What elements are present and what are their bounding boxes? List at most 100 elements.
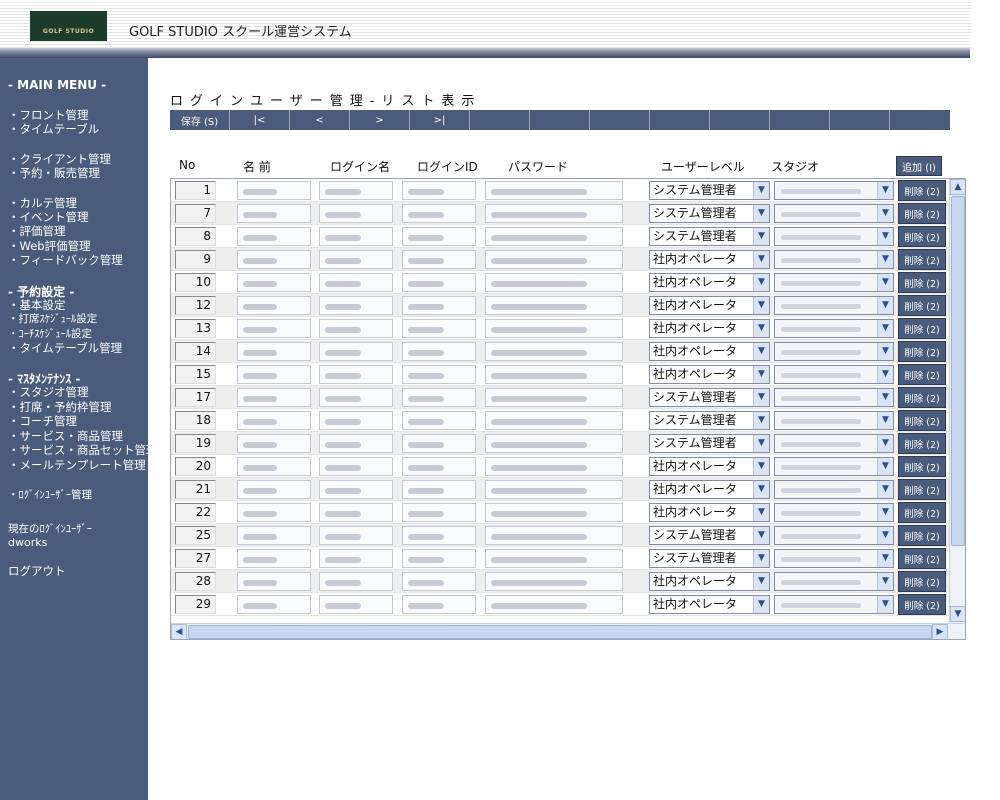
vertical-scrollbar[interactable]: ▲ ▼ [949,179,965,623]
scroll-left-icon[interactable]: ◀ [171,624,187,639]
login-name-field[interactable] [319,526,393,545]
chevron-down-icon[interactable]: ▼ [877,596,893,613]
sidebar-item-studio[interactable]: ・スタジオ管理 [8,385,89,399]
chevron-down-icon[interactable]: ▼ [753,251,769,268]
chevron-down-icon[interactable]: ▼ [753,435,769,452]
chevron-down-icon[interactable]: ▼ [753,596,769,613]
studio-select[interactable]: ▼ [774,204,894,223]
password-field[interactable] [485,503,623,522]
chevron-down-icon[interactable]: ▼ [877,458,893,475]
name-field[interactable] [237,480,311,499]
user-level-select[interactable]: システム管理者 ▼ [649,526,770,545]
chevron-down-icon[interactable]: ▼ [753,228,769,245]
password-field[interactable] [485,434,623,453]
chevron-down-icon[interactable]: ▼ [753,504,769,521]
login-id-field[interactable] [402,204,476,223]
chevron-down-icon[interactable]: ▼ [753,343,769,360]
sidebar-item-coach[interactable]: ・コーチ管理 [8,414,77,428]
name-field[interactable] [237,595,311,614]
chevron-down-icon[interactable]: ▼ [877,182,893,199]
studio-select[interactable]: ▼ [774,503,894,522]
login-name-field[interactable] [319,457,393,476]
login-name-field[interactable] [319,296,393,315]
chevron-down-icon[interactable]: ▼ [877,573,893,590]
last-page-button[interactable]: >| [410,110,470,130]
password-field[interactable] [485,411,623,430]
name-field[interactable] [237,365,311,384]
sidebar-item-login-user[interactable]: ・ﾛｸﾞｲﾝﾕｰｻﾞｰ管理 [8,488,92,502]
chevron-down-icon[interactable]: ▼ [753,573,769,590]
chevron-down-icon[interactable]: ▼ [753,320,769,337]
studio-select[interactable]: ▼ [774,365,894,384]
login-name-field[interactable] [319,342,393,361]
chevron-down-icon[interactable]: ▼ [753,412,769,429]
studio-select[interactable]: ▼ [774,434,894,453]
password-field[interactable] [485,595,623,614]
login-id-field[interactable] [402,365,476,384]
chevron-down-icon[interactable]: ▼ [877,320,893,337]
studio-select[interactable]: ▼ [774,595,894,614]
sidebar-item-bay-slot[interactable]: ・打席・予約枠管理 [8,400,112,414]
chevron-down-icon[interactable]: ▼ [877,228,893,245]
chevron-down-icon[interactable]: ▼ [877,504,893,521]
password-field[interactable] [485,204,623,223]
login-id-field[interactable] [402,250,476,269]
sidebar-item-timetable-mgmt[interactable]: ・タイムテーブル管理 [8,341,122,355]
password-field[interactable] [485,480,623,499]
sidebar-item-timetable[interactable]: ・タイムテーブル [8,122,99,136]
chevron-down-icon[interactable]: ▼ [753,205,769,222]
user-level-select[interactable]: システム管理者 ▼ [649,227,770,246]
chevron-down-icon[interactable]: ▼ [877,435,893,452]
delete-button[interactable]: 削除 (2) [898,502,946,523]
chevron-down-icon[interactable]: ▼ [753,366,769,383]
name-field[interactable] [237,388,311,407]
name-field[interactable] [237,503,311,522]
user-level-select[interactable]: 社内オペレータ ▼ [649,480,770,499]
login-id-field[interactable] [402,181,476,200]
login-name-field[interactable] [319,204,393,223]
name-field[interactable] [237,273,311,292]
password-field[interactable] [485,572,623,591]
delete-button[interactable]: 削除 (2) [898,525,946,546]
password-field[interactable] [485,526,623,545]
delete-button[interactable]: 削除 (2) [898,433,946,454]
studio-select[interactable]: ▼ [774,411,894,430]
scroll-right-icon[interactable]: ▶ [932,624,948,639]
user-level-select[interactable]: 社内オペレータ ▼ [649,296,770,315]
first-page-button[interactable]: |< [230,110,290,130]
name-field[interactable] [237,181,311,200]
password-field[interactable] [485,227,623,246]
login-name-field[interactable] [319,595,393,614]
chevron-down-icon[interactable]: ▼ [877,297,893,314]
login-id-field[interactable] [402,595,476,614]
chevron-down-icon[interactable]: ▼ [877,343,893,360]
login-name-field[interactable] [319,250,393,269]
delete-button[interactable]: 削除 (2) [898,272,946,293]
user-level-select[interactable]: システム管理者 ▼ [649,549,770,568]
delete-button[interactable]: 削除 (2) [898,548,946,569]
delete-button[interactable]: 削除 (2) [898,594,946,615]
login-id-field[interactable] [402,457,476,476]
name-field[interactable] [237,572,311,591]
chevron-down-icon[interactable]: ▼ [753,297,769,314]
studio-select[interactable]: ▼ [774,480,894,499]
user-level-select[interactable]: 社内オペレータ ▼ [649,250,770,269]
studio-select[interactable]: ▼ [774,526,894,545]
save-button[interactable]: 保存 (S) [170,110,230,130]
user-level-select[interactable]: システム管理者 ▼ [649,204,770,223]
login-id-field[interactable] [402,273,476,292]
sidebar-item-event[interactable]: ・イベント管理 [8,210,89,224]
studio-select[interactable]: ▼ [774,457,894,476]
login-name-field[interactable] [319,181,393,200]
chevron-down-icon[interactable]: ▼ [753,458,769,475]
chevron-down-icon[interactable]: ▼ [753,389,769,406]
sidebar-item-bay-schedule[interactable]: ・打席ｽｹｼﾞｭｰﾙ設定 [8,312,97,326]
chevron-down-icon[interactable]: ▼ [753,182,769,199]
prev-page-button[interactable]: < [290,110,350,130]
login-name-field[interactable] [319,503,393,522]
studio-select[interactable]: ▼ [774,181,894,200]
studio-select[interactable]: ▼ [774,273,894,292]
studio-select[interactable]: ▼ [774,227,894,246]
sidebar-item-karte[interactable]: ・カルテ管理 [8,196,77,210]
user-level-select[interactable]: システム管理者 ▼ [649,434,770,453]
